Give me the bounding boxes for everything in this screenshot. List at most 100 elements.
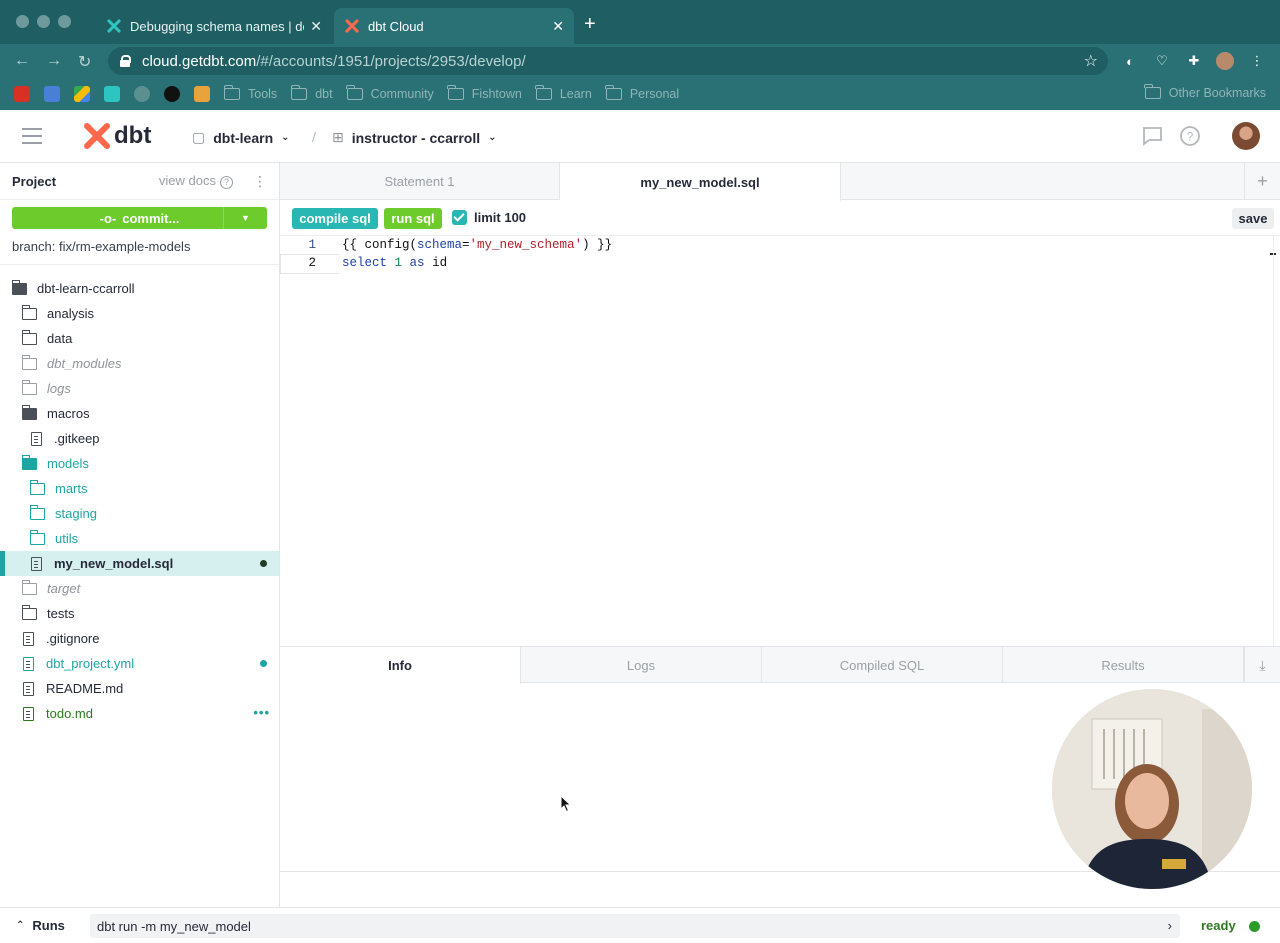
profile-avatar-icon[interactable] — [1216, 52, 1234, 70]
close-tab-icon[interactable]: ✕ — [552, 18, 564, 35]
status-bar: ⌃ Runs dbt run -m my_new_model › ready — [0, 907, 1280, 943]
tab-compiled-sql[interactable]: Compiled SQL — [762, 647, 1003, 683]
bookmark-folder-dbt[interactable]: dbt — [290, 85, 333, 101]
add-tab-icon[interactable]: + — [1244, 163, 1280, 200]
environment-selector[interactable]: ⊞ instructor - ccarroll ⌄ — [332, 129, 497, 146]
command-input[interactable]: dbt run -m my_new_model › — [90, 914, 1180, 938]
extension-icon[interactable]: ◐ — [1121, 52, 1139, 70]
runs-toggle[interactable]: ⌃ Runs — [16, 918, 65, 933]
tree-item-data[interactable]: data — [0, 326, 279, 351]
bookmark-folder-community[interactable]: Community — [346, 85, 434, 101]
lock-icon — [120, 55, 131, 67]
status-indicator-dot — [1249, 921, 1260, 932]
window-close-control[interactable] — [16, 15, 29, 28]
project-selector[interactable]: ▢ dbt-learn ⌄ — [192, 129, 290, 146]
user-avatar[interactable] — [1232, 122, 1260, 150]
bookmark-folder-personal[interactable]: Personal — [605, 85, 679, 101]
dbt-bookmark-icon[interactable] — [104, 86, 120, 102]
tree-item-analysis[interactable]: analysis — [0, 301, 279, 326]
window-minimize-control[interactable] — [37, 15, 50, 28]
tree-item-todo[interactable]: todo.md ••• — [0, 701, 279, 726]
tab-my-new-model[interactable]: my_new_model.sql — [560, 163, 841, 201]
download-icon[interactable]: ⤓ — [1244, 647, 1280, 683]
url-path: /#/accounts/1951/projects/2953/develop/ — [256, 52, 526, 70]
puzzle-extensions-icon[interactable]: ✚ — [1185, 52, 1203, 70]
line-source: select 1 as id — [342, 256, 448, 270]
folder-icon — [535, 85, 552, 100]
tree-item-macros[interactable]: macros — [0, 401, 279, 426]
tree-item-my-new-model[interactable]: my_new_model.sql — [0, 551, 279, 576]
checkbox-checked-icon — [452, 210, 467, 225]
browser-tab-title: dbt Cloud — [368, 18, 424, 34]
dbt-favicon-icon — [106, 18, 122, 34]
limit-checkbox[interactable]: limit 100 — [452, 210, 526, 225]
browser-toolbar: ← → ↻ cloud.getdbt.com/#/accounts/1951/p… — [0, 44, 1280, 78]
results-tab-bar: Info Logs Compiled SQL Results ⤓ — [280, 646, 1280, 684]
tree-item-marts[interactable]: marts — [0, 476, 279, 501]
commit-dropdown-icon[interactable]: ▼ — [223, 207, 267, 229]
tree-item-dbt-modules[interactable]: dbt_modules — [0, 351, 279, 376]
pocket-icon[interactable]: ♡ — [1153, 52, 1171, 70]
boat-bookmark-icon[interactable] — [194, 86, 210, 102]
c-bookmark-icon[interactable] — [134, 86, 150, 102]
tab-statement-1[interactable]: Statement 1 — [280, 163, 560, 200]
code-editor[interactable]: 1 {{ config(schema='my_new_schema') }} 2… — [280, 236, 1276, 646]
folder-icon — [346, 85, 363, 100]
browser-tab-title: Debugging schema names | do — [130, 18, 305, 34]
tree-item-target[interactable]: target — [0, 576, 279, 601]
browser-tab-dbt-cloud[interactable]: dbt Cloud ✕ — [334, 8, 574, 44]
chat-icon[interactable] — [1141, 125, 1163, 147]
folder-icon — [21, 354, 37, 370]
address-bar[interactable]: cloud.getdbt.com/#/accounts/1951/project… — [108, 47, 1108, 75]
save-button[interactable]: save — [1232, 208, 1274, 229]
browser-menu-icon[interactable]: ⋮ — [1248, 52, 1266, 70]
run-sql-button[interactable]: run sql — [384, 208, 442, 229]
tab-info[interactable]: Info — [280, 647, 521, 684]
back-arrow-icon[interactable]: ← — [14, 52, 30, 70]
editor-tab-bar: Statement 1 my_new_model.sql + — [280, 163, 1280, 201]
sidebar-kebab-icon[interactable]: ⋮ — [253, 173, 267, 190]
compile-sql-button[interactable]: compile sql — [292, 208, 378, 229]
bookmark-folder-tools[interactable]: Tools — [223, 85, 277, 101]
chevron-right-icon[interactable]: › — [1168, 918, 1172, 933]
tree-item-dbt-project-yml[interactable]: dbt_project.yml — [0, 651, 279, 676]
tree-root-folder[interactable]: dbt-learn-ccarroll — [0, 276, 279, 301]
bookmark-star-icon[interactable]: ☆ — [1084, 51, 1098, 71]
calendar-icon[interactable] — [44, 86, 60, 102]
tree-item-readme[interactable]: README.md — [0, 676, 279, 701]
window-zoom-control[interactable] — [58, 15, 71, 28]
forward-arrow-icon[interactable]: → — [46, 52, 62, 70]
gmail-icon[interactable] — [14, 86, 30, 102]
dbt-logo[interactable]: dbt — [84, 122, 151, 150]
file-icon — [31, 431, 42, 446]
more-options-icon[interactable]: ••• — [253, 705, 270, 720]
tree-item-logs[interactable]: logs — [0, 376, 279, 401]
close-tab-icon[interactable]: ✕ — [310, 18, 322, 35]
webcam-person-image — [1052, 689, 1252, 889]
briefcase-icon: ▢ — [192, 129, 206, 145]
tree-item-staging[interactable]: staging — [0, 501, 279, 526]
tree-item-models[interactable]: models — [0, 451, 279, 476]
tree-item-gitkeep[interactable]: .gitkeep — [0, 426, 279, 451]
project-sidebar: Project view docs? ⋮ -o- commit... ▼ bra… — [0, 163, 280, 907]
commit-button[interactable]: -o- commit... ▼ — [12, 207, 267, 229]
code-line: 1 {{ config(schema='my_new_schema') }} — [280, 236, 1276, 254]
tab-results[interactable]: Results — [1003, 647, 1244, 683]
reload-icon[interactable]: ↻ — [78, 52, 91, 72]
tab-logs[interactable]: Logs — [521, 647, 762, 683]
bookmark-folder-fishtown[interactable]: Fishtown — [447, 85, 522, 101]
tree-item-gitignore[interactable]: .gitignore — [0, 626, 279, 651]
browser-tab-docs[interactable]: Debugging schema names | do ✕ — [96, 8, 332, 44]
bookmark-folder-learn[interactable]: Learn — [535, 85, 592, 101]
drive-icon[interactable] — [74, 86, 90, 102]
other-bookmarks[interactable]: Other Bookmarks — [1144, 84, 1266, 100]
github-icon[interactable] — [164, 86, 180, 102]
editor-scrollbar-track[interactable] — [1273, 236, 1274, 646]
tree-item-tests[interactable]: tests — [0, 601, 279, 626]
new-tab-icon[interactable]: + — [584, 13, 596, 36]
view-docs-link[interactable]: view docs? — [159, 173, 233, 189]
tree-item-utils[interactable]: utils — [0, 526, 279, 551]
help-icon[interactable]: ? — [1179, 125, 1201, 147]
hamburger-menu-icon[interactable] — [22, 128, 42, 144]
file-tree: dbt-learn-ccarroll analysis data dbt_mod… — [0, 276, 279, 726]
